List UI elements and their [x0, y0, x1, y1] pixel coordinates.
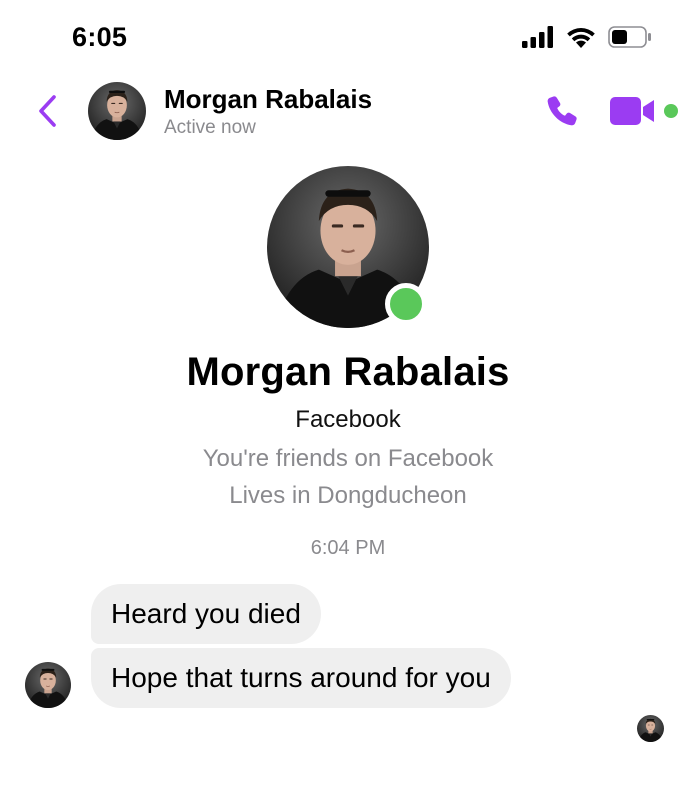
- active-status: Active now: [164, 117, 256, 138]
- wifi-icon: [567, 27, 595, 48]
- sender-avatar[interactable]: [25, 662, 71, 708]
- message-bubble[interactable]: Hope that turns around for you: [91, 648, 511, 708]
- online-indicator: [385, 283, 427, 325]
- profile-avatar-wrap[interactable]: [267, 166, 429, 328]
- message-bubble[interactable]: Heard you died: [91, 584, 321, 644]
- cellular-signal-icon: [522, 26, 553, 48]
- profile-friends-text: You're friends on Facebook: [202, 445, 494, 472]
- profile-name: Morgan Rabalais: [186, 350, 510, 394]
- status-time: 6:05: [72, 22, 128, 52]
- message-timestamp: 6:04 PM: [310, 537, 386, 559]
- video-active-dot: [664, 104, 678, 118]
- back-button[interactable]: [36, 94, 58, 128]
- battery-icon: [608, 26, 651, 48]
- read-receipt-avatar: [637, 715, 664, 742]
- video-camera-icon[interactable]: [610, 96, 656, 126]
- status-icons: [522, 26, 652, 48]
- profile-platform: Facebook: [295, 406, 401, 433]
- contact-avatar[interactable]: [88, 82, 146, 140]
- contact-name[interactable]: Morgan Rabalais: [164, 84, 372, 115]
- phone-icon[interactable]: [545, 94, 579, 128]
- profile-location-text: Lives in Dongducheon: [229, 482, 467, 509]
